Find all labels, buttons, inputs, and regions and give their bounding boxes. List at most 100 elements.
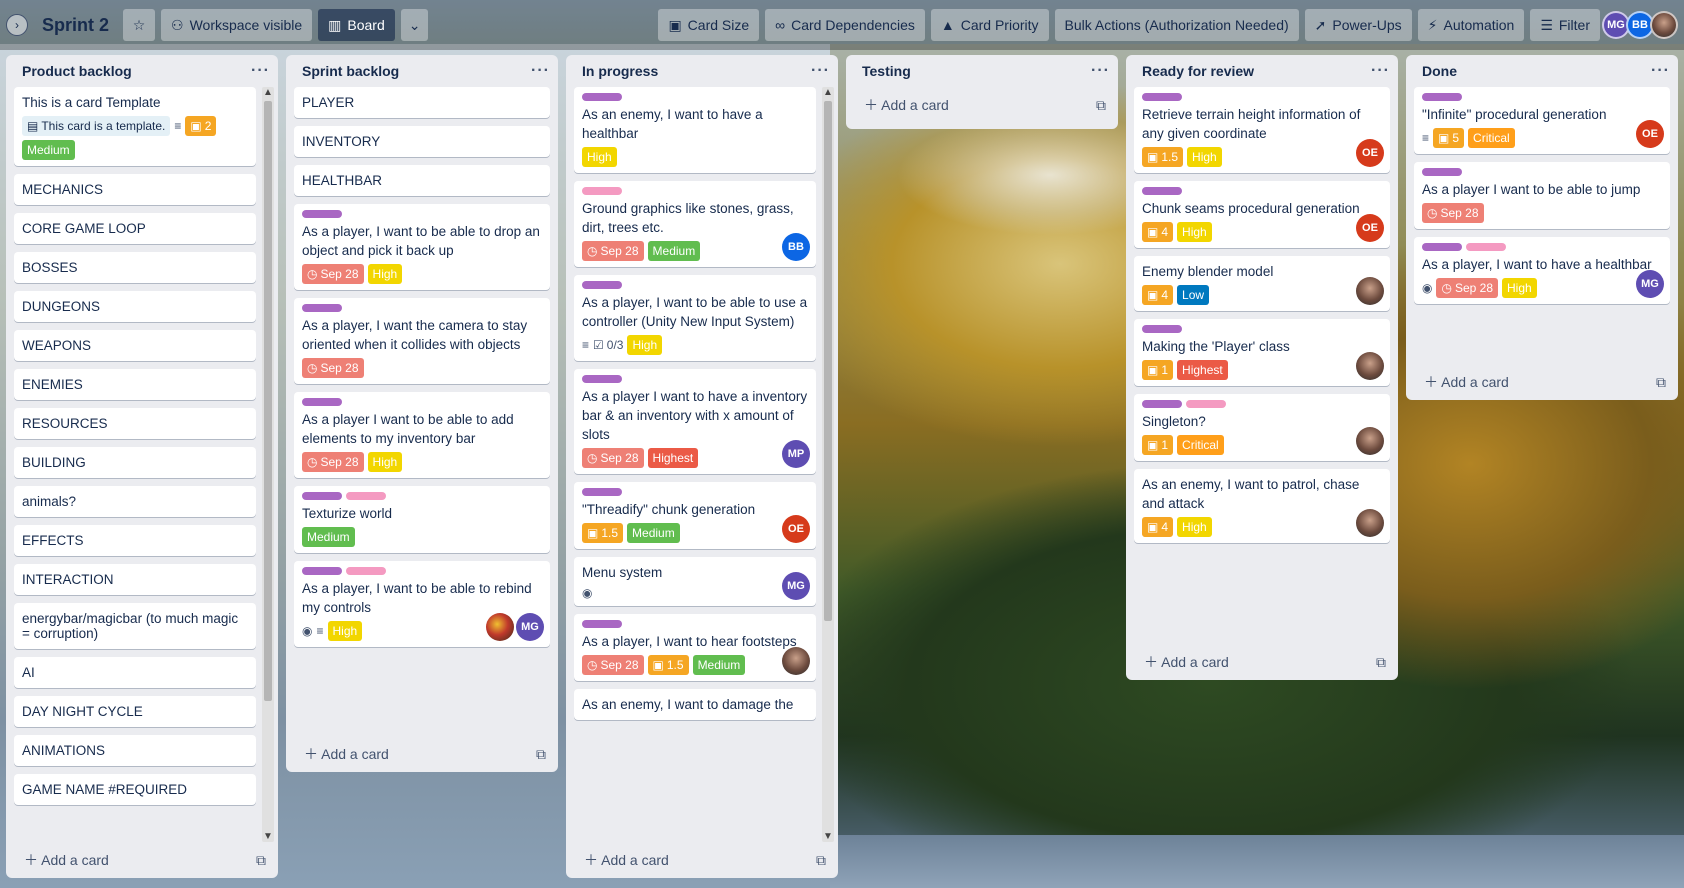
avatar[interactable]: MP <box>782 440 810 468</box>
filter-button[interactable]: ☰ Filter <box>1530 9 1600 41</box>
template-icon[interactable]: ⧉ <box>536 746 546 763</box>
list-item[interactable]: As a player I want to be able to jump ◷ S… <box>1414 162 1670 229</box>
template-icon[interactable]: ⧉ <box>1656 374 1666 391</box>
view-board-button[interactable]: ▥ Board <box>318 9 395 41</box>
list-item[interactable]: GAME NAME #REQUIRED <box>14 774 256 805</box>
list-menu-icon[interactable]: ··· <box>1371 62 1390 80</box>
list-item[interactable]: AI <box>14 657 256 688</box>
avatar[interactable]: MG <box>516 613 544 641</box>
list-item[interactable]: Singleton? ▣ 1 Critical <box>1134 394 1390 461</box>
list-item[interactable]: ENEMIES <box>14 369 256 400</box>
list-item[interactable]: EFFECTS <box>14 525 256 556</box>
list-item[interactable]: Ground graphics like stones, grass, dirt… <box>574 181 816 267</box>
bulk-actions-button[interactable]: Bulk Actions (Authorization Needed) <box>1054 9 1299 41</box>
add-card-button[interactable]: ＋ Add a card ⧉ <box>846 87 1118 123</box>
list-scrollbar[interactable]: ▲ ▼ <box>262 87 274 842</box>
list-item[interactable]: INVENTORY <box>294 126 550 157</box>
list-item[interactable]: energybar/magicbar (to much magic = corr… <box>14 603 256 649</box>
scroll-down-icon[interactable]: ▼ <box>822 831 834 842</box>
list-item[interactable]: MECHANICS <box>14 174 256 205</box>
list-item[interactable]: Making the 'Player' class ▣ 1 Highest <box>1134 319 1390 386</box>
add-card-button[interactable]: ＋ Add a card ⧉ <box>566 842 838 878</box>
avatar[interactable] <box>1356 277 1384 305</box>
list-item[interactable]: As a player I want to have a inventory b… <box>574 369 816 474</box>
list-item[interactable]: HEALTHBAR <box>294 165 550 196</box>
list-item[interactable]: Enemy blender model ▣ 4 Low <box>1134 256 1390 311</box>
list-item[interactable]: Texturize world Medium <box>294 486 550 553</box>
list-title[interactable]: In progress <box>582 63 658 79</box>
list-title[interactable]: Testing <box>862 63 911 79</box>
list-item[interactable]: As a player I want to be able to add ele… <box>294 392 550 478</box>
list-menu-icon[interactable]: ··· <box>251 62 270 80</box>
list-item[interactable]: Chunk seams procedural generation ▣ 4 Hig… <box>1134 181 1390 248</box>
list-item[interactable]: animals? <box>14 486 256 517</box>
list-item[interactable]: DAY NIGHT CYCLE <box>14 696 256 727</box>
avatar[interactable]: BB <box>782 233 810 261</box>
list-item[interactable]: "Threadify" chunk generation ▣ 1.5 Medium… <box>574 482 816 549</box>
avatar[interactable] <box>1356 509 1384 537</box>
automation-button[interactable]: ⚡ Automation <box>1417 9 1525 41</box>
add-card-button[interactable]: ＋ Add a card ⧉ <box>6 842 278 878</box>
list-item[interactable]: As a player, I want to hear footsteps ◷ S… <box>574 614 816 681</box>
list-item[interactable]: "Infinite" procedural generation ≡ ▣ 5 Cr… <box>1414 87 1670 154</box>
visibility-button[interactable]: ⚇ Workspace visible <box>161 9 313 41</box>
avatar[interactable]: MG <box>1636 270 1664 298</box>
sidebar-toggle-icon[interactable]: › <box>6 14 28 36</box>
list-item[interactable]: As an enemy, I want to patrol, chase and… <box>1134 469 1390 543</box>
list-title[interactable]: Done <box>1422 63 1457 79</box>
list-title[interactable]: Product backlog <box>22 63 132 79</box>
avatar[interactable]: OE <box>1636 120 1664 148</box>
scroll-up-icon[interactable]: ▲ <box>262 87 274 98</box>
list-item[interactable]: RESOURCES <box>14 408 256 439</box>
list-item[interactable]: Retrieve terrain height information of a… <box>1134 87 1390 173</box>
list-item[interactable]: DUNGEONS <box>14 291 256 322</box>
add-card-button[interactable]: ＋ Add a card ⧉ <box>1126 644 1398 680</box>
list-item[interactable]: WEAPONS <box>14 330 256 361</box>
list-item[interactable]: PLAYER <box>294 87 550 118</box>
list-item[interactable]: INTERACTION <box>14 564 256 595</box>
board-title[interactable]: Sprint 2 <box>34 15 117 36</box>
template-icon[interactable]: ⧉ <box>1096 97 1106 114</box>
avatar[interactable]: OE <box>1356 139 1384 167</box>
list-item[interactable]: BUILDING <box>14 447 256 478</box>
list-item[interactable]: CORE GAME LOOP <box>14 213 256 244</box>
list-item[interactable]: As a player, I want to be able to drop a… <box>294 204 550 290</box>
view-switcher-button[interactable]: ⌄ <box>400 9 429 41</box>
avatar[interactable]: OE <box>1356 214 1384 242</box>
avatar[interactable] <box>1650 11 1678 39</box>
card-priority-button[interactable]: ▲ Card Priority <box>930 9 1049 41</box>
list-item[interactable]: Menu system ◉ MG <box>574 557 816 606</box>
avatar[interactable] <box>782 647 810 675</box>
add-card-button[interactable]: ＋ Add a card ⧉ <box>1406 364 1678 400</box>
avatar[interactable] <box>486 613 514 641</box>
card-dependencies-button[interactable]: ∞ Card Dependencies <box>765 9 925 41</box>
list-menu-icon[interactable]: ··· <box>531 62 550 80</box>
list-item[interactable]: As a player, I want to be able to rebind… <box>294 561 550 647</box>
template-card[interactable]: This is a card Template ▤ This card is a … <box>14 87 256 166</box>
avatar[interactable]: OE <box>782 515 810 543</box>
avatar[interactable] <box>1356 427 1384 455</box>
avatar[interactable]: MG <box>782 572 810 600</box>
list-item[interactable]: As an enemy, I want to have a healthbar … <box>574 87 816 173</box>
list-item[interactable]: As a player, I want the camera to stay o… <box>294 298 550 384</box>
list-menu-icon[interactable]: ··· <box>1091 62 1110 80</box>
card-size-button[interactable]: ▣ Card Size <box>658 9 760 41</box>
list-item[interactable]: BOSSES <box>14 252 256 283</box>
list-scrollbar[interactable]: ▲ ▼ <box>822 87 834 842</box>
list-item[interactable]: As a player, I want to be able to use a … <box>574 275 816 361</box>
power-ups-button[interactable]: ➚ Power-Ups <box>1304 9 1412 41</box>
scroll-thumb[interactable] <box>824 101 832 621</box>
template-icon[interactable]: ⧉ <box>256 852 266 869</box>
list-title[interactable]: Ready for review <box>1142 63 1254 79</box>
star-button[interactable]: ☆ <box>123 9 156 41</box>
add-card-button[interactable]: ＋ Add a card ⧉ <box>286 736 558 772</box>
list-title[interactable]: Sprint backlog <box>302 63 399 79</box>
scroll-up-icon[interactable]: ▲ <box>822 87 834 98</box>
avatar[interactable] <box>1356 352 1384 380</box>
list-item[interactable]: As an enemy, I want to damage the <box>574 689 816 720</box>
scroll-thumb[interactable] <box>264 101 272 701</box>
list-menu-icon[interactable]: ··· <box>811 62 830 80</box>
list-item[interactable]: As a player, I want to have a healthbar … <box>1414 237 1670 304</box>
scroll-down-icon[interactable]: ▼ <box>262 831 274 842</box>
list-item[interactable]: ANIMATIONS <box>14 735 256 766</box>
